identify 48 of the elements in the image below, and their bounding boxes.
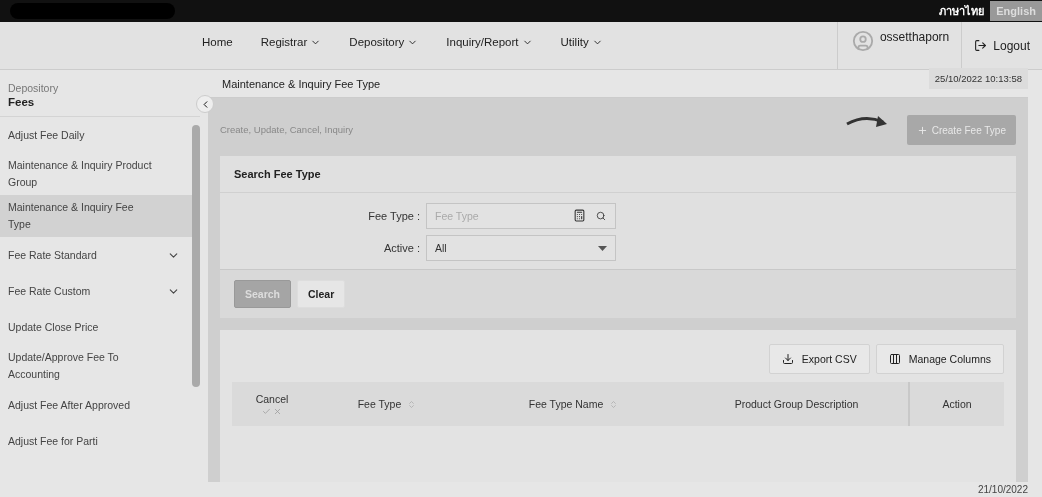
logout-button[interactable]: Logout (962, 22, 1042, 69)
nav-menu-item[interactable]: Home (202, 36, 233, 48)
export-csv-button[interactable]: Export CSV (768, 344, 870, 374)
nav-menu-item[interactable]: Inquiry/Report (446, 36, 533, 48)
manage-columns-button[interactable]: Manage Columns (875, 344, 1004, 374)
sidebar-item[interactable]: Adjust Fee After Approved (0, 387, 192, 423)
column-header[interactable]: Product Group Description (734, 398, 859, 410)
language-option[interactable]: ภาษาไทย (933, 0, 991, 24)
page-subtitle: Create, Update, Cancel, Inquiry (220, 122, 354, 135)
download-icon (781, 353, 794, 365)
sidebar-item[interactable]: Fee Rate Standard (0, 237, 192, 273)
sidebar-item[interactable]: Maintenance & Inquiry Product Group (0, 153, 192, 195)
columns-icon (888, 353, 901, 365)
logout-icon (974, 39, 988, 52)
timestamp: 25/10/2022 10:13:58 (928, 68, 1028, 89)
collapse-button[interactable] (196, 95, 214, 113)
search-icon[interactable] (596, 210, 606, 221)
sidebar-item[interactable]: Fee Rate Custom (0, 273, 192, 309)
sidebar-item[interactable]: Adjust Fee Daily (0, 117, 192, 153)
nav-menu-item[interactable]: Utility (560, 36, 603, 48)
sidebar-item[interactable]: Update Close Price (0, 309, 192, 345)
username: ossetthaporn (879, 30, 950, 44)
page-title: Maintenance & Inquiry Fee Type (221, 77, 381, 90)
scrollbar[interactable] (192, 125, 200, 387)
card-title: Search Fee Type (220, 156, 1016, 193)
column-header[interactable]: Fee Type Name (528, 398, 604, 410)
user-avatar-icon (851, 30, 874, 52)
sidebar-item[interactable]: Update/Approve Fee To Accounting (0, 345, 192, 387)
clear-button[interactable]: Clear (297, 280, 346, 308)
nav-menu-item[interactable]: Depository (349, 36, 419, 48)
close-icon (273, 406, 282, 416)
column-header[interactable]: Action (942, 398, 972, 410)
plus-icon (916, 124, 928, 136)
sort-icon[interactable] (407, 399, 417, 409)
active-dropdown[interactable]: All (426, 235, 616, 261)
column-header: Cancel (255, 392, 289, 405)
column-header[interactable]: Fee Type (357, 398, 402, 410)
dropdown-caret-icon (598, 245, 607, 251)
nav-menu-item[interactable]: Registrar (260, 36, 322, 48)
sidebar-item[interactable]: Maintenance & Inquiry Fee Type (0, 195, 192, 237)
field-label: Fee Type : (367, 210, 420, 222)
field-label: Active : (382, 242, 420, 254)
sort-icon[interactable] (609, 399, 619, 409)
breadcrumb: Depository (7, 81, 60, 96)
sidebar-item[interactable]: Adjust Fee for Parti (0, 423, 192, 459)
footer-date: 21/10/2022 (977, 484, 1028, 495)
calculator-icon[interactable] (573, 209, 586, 222)
check-icon (262, 406, 271, 416)
